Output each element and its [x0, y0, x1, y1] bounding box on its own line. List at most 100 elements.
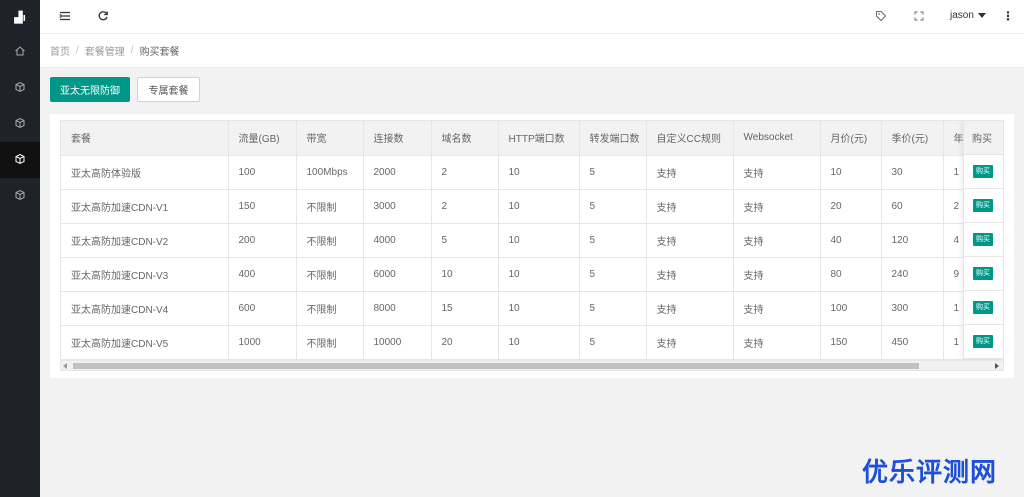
apac-unlimited-defense-button[interactable]: 亚太无限防御	[50, 77, 130, 102]
table-cell: 支持	[646, 155, 734, 190]
table-cell: 60	[881, 189, 944, 224]
sidebar-item-3[interactable]	[0, 142, 40, 178]
buy-button[interactable]: 购买	[973, 199, 993, 212]
horizontal-scrollbar[interactable]	[61, 360, 1003, 370]
buy-cell: 购买	[964, 223, 1003, 257]
table-cell: 支持	[646, 257, 734, 292]
table-cell: 10	[498, 291, 580, 326]
buy-button[interactable]: 购买	[973, 267, 993, 280]
top-header: jason ⋮	[40, 0, 1024, 34]
column-header: 带宽	[296, 121, 364, 156]
table-cell: 150	[228, 189, 297, 224]
table-cell: 400	[228, 257, 297, 292]
sidebar-item-1[interactable]	[0, 70, 40, 106]
cube-icon	[14, 153, 26, 168]
buy-button[interactable]: 购买	[973, 233, 993, 246]
table-cell: 4000	[363, 223, 432, 258]
table-cell: 5	[579, 291, 647, 326]
buy-button[interactable]: 购买	[973, 165, 993, 178]
fullscreen-icon	[913, 10, 925, 25]
table-cell: 支持	[646, 189, 734, 224]
table-cell: 2	[431, 155, 499, 190]
table-cell: 2000	[363, 155, 432, 190]
buy-cell: 购买	[964, 325, 1003, 359]
tag-icon	[875, 10, 887, 25]
table-cell: 支持	[646, 325, 734, 360]
table-cell: 亚太高防加速CDN-V5	[61, 325, 229, 360]
package-table: 套餐 流量(GB) 带宽 连接数 域名数 HTTP端口数 转发端口数 自定义CC…	[61, 121, 1002, 360]
table-cell: 30	[881, 155, 944, 190]
package-card: 套餐 流量(GB) 带宽 连接数 域名数 HTTP端口数 转发端口数 自定义CC…	[50, 114, 1014, 378]
sidebar-item-home[interactable]	[0, 34, 40, 70]
logo[interactable]: ▟ı	[0, 0, 40, 34]
table-cell: 6000	[363, 257, 432, 292]
table-row: 亚太高防加速CDN-V5 1000 不限制 10000 20 10 5 支持 支持 150 450 1	[61, 325, 1002, 360]
breadcrumb-home[interactable]: 首页	[50, 43, 70, 58]
column-header: 转发端口数	[579, 121, 647, 156]
table-cell: 150	[820, 325, 882, 360]
breadcrumb-current: 购买套餐	[139, 47, 180, 58]
table-cell: 10	[820, 155, 882, 190]
table-cell: 40	[820, 223, 882, 258]
table-cell: 5	[579, 325, 647, 360]
table-cell: 支持	[733, 257, 821, 292]
buy-cell: 购买	[964, 155, 1003, 189]
table-cell: 240	[881, 257, 944, 292]
table-cell: 300	[881, 291, 944, 326]
scrollbar-thumb[interactable]	[73, 363, 919, 369]
column-header: 套餐	[61, 121, 229, 156]
buy-button[interactable]: 购买	[973, 335, 993, 348]
sidebar: ▟ı	[0, 0, 40, 497]
table-cell: 支持	[733, 223, 821, 258]
table-cell: 3000	[363, 189, 432, 224]
table-cell: 20	[820, 189, 882, 224]
buy-button[interactable]: 购买	[973, 301, 993, 314]
user-menu[interactable]: jason	[950, 10, 986, 21]
breadcrumb-separator: /	[76, 45, 79, 56]
breadcrumb: 首页 / 套餐管理 / 购买套餐	[40, 34, 1024, 68]
table-cell: 5	[579, 223, 647, 258]
column-header: HTTP端口数	[498, 121, 580, 156]
column-header: 季价(元)	[881, 121, 944, 156]
table-cell: 支持	[733, 325, 821, 360]
column-header: Websocket	[733, 121, 821, 156]
exclusive-package-button[interactable]: 专属套餐	[137, 77, 200, 102]
fullscreen-button[interactable]	[911, 9, 927, 25]
buy-cell: 购买	[964, 291, 1003, 325]
column-header: 流量(GB)	[228, 121, 297, 156]
sidebar-item-2[interactable]	[0, 106, 40, 142]
table-cell: 10000	[363, 325, 432, 360]
column-header: 月价(元)	[820, 121, 882, 156]
cube-icon	[14, 189, 26, 204]
buy-cell: 购买	[964, 189, 1003, 223]
scroll-left-arrow-icon[interactable]	[63, 363, 67, 369]
table-cell: 亚太高防加速CDN-V3	[61, 257, 229, 292]
table-cell: 支持	[733, 155, 821, 190]
package-table-wrapper: 套餐 流量(GB) 带宽 连接数 域名数 HTTP端口数 转发端口数 自定义CC…	[60, 120, 1004, 371]
table-cell: 不限制	[296, 257, 364, 292]
table-cell: 不限制	[296, 291, 364, 326]
table-cell: 200	[228, 223, 297, 258]
menu-toggle-button[interactable]	[57, 9, 73, 25]
tag-button[interactable]	[873, 9, 889, 25]
cube-icon	[14, 81, 26, 96]
table-cell: 不限制	[296, 325, 364, 360]
caret-down-icon	[977, 13, 986, 18]
table-cell: 450	[881, 325, 944, 360]
table-cell: 120	[881, 223, 944, 258]
table-cell: 支持	[646, 291, 734, 326]
table-cell: 2	[431, 189, 499, 224]
breadcrumb-package-management[interactable]: 套餐管理	[85, 43, 125, 58]
table-header-row: 套餐 流量(GB) 带宽 连接数 域名数 HTTP端口数 转发端口数 自定义CC…	[61, 121, 1002, 156]
refresh-button[interactable]	[95, 9, 111, 25]
more-vertical-icon[interactable]: ⋮	[1002, 10, 1014, 22]
table-cell: 支持	[733, 189, 821, 224]
table-cell: 8000	[363, 291, 432, 326]
table-cell: 10	[498, 155, 580, 190]
table-row: 亚太高防体验版 100 100Mbps 2000 2 10 5 支持 支持 10 30 1	[61, 155, 1002, 190]
table-row: 亚太高防加速CDN-V3 400 不限制 6000 10 10 5 支持 支持 80 240 9	[61, 257, 1002, 292]
sidebar-item-4[interactable]	[0, 178, 40, 214]
table-cell: 5	[579, 189, 647, 224]
scroll-right-arrow-icon[interactable]	[995, 363, 999, 369]
username: jason	[950, 10, 974, 21]
